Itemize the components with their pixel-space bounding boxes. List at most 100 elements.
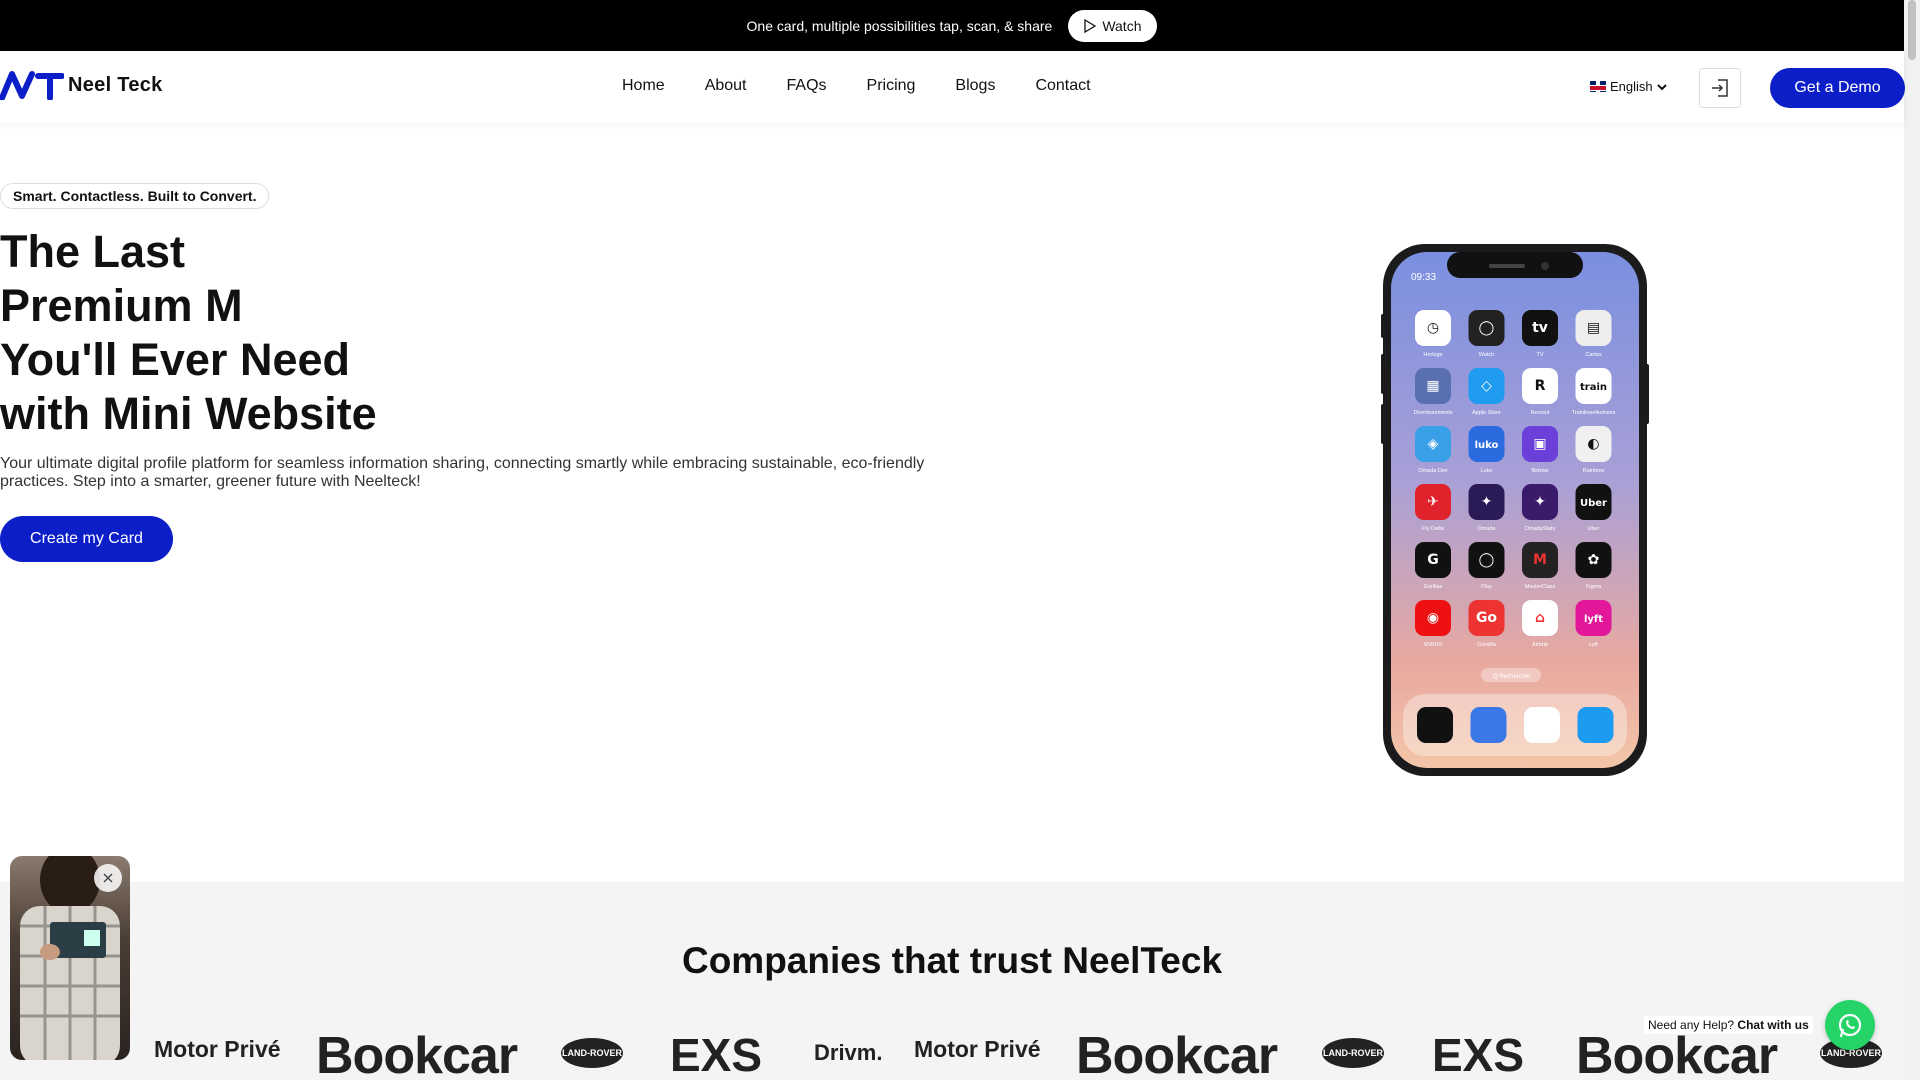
company-logo: Drivm. [814, 1040, 883, 1065]
app-label: Lyft [1589, 642, 1598, 648]
app-label: Divertissements [1413, 410, 1452, 416]
trusted-title: Companies that trust NeelTeck [681, 940, 1223, 981]
login-button[interactable] [1699, 68, 1741, 108]
company-logo: Bookcar [1076, 1032, 1278, 1080]
nav-pricing[interactable]: Pricing [867, 77, 916, 95]
company-logo: Bookcar [316, 1032, 518, 1080]
hero-badge: Smart. Contactless. Built to Convert. [0, 183, 270, 209]
app-label: Cartes [1585, 352, 1601, 358]
app-label: MasterClass [1525, 584, 1556, 590]
app-glyph: ◐ [1587, 436, 1599, 452]
app-label: Omada [1477, 526, 1496, 532]
nav-home[interactable]: Home [622, 77, 665, 95]
company-logo: Motor Privé [154, 1036, 281, 1062]
app-glyph: ⌂ [1535, 610, 1545, 626]
app-label: Horloge [1423, 352, 1442, 358]
play-icon [1084, 18, 1097, 33]
watch-label: Watch [1102, 17, 1142, 34]
app-label: Apple Store [1472, 410, 1501, 416]
close-icon [103, 873, 113, 883]
hero-title-line: The Last [0, 226, 186, 277]
app-label: Trainlineelkolness [1572, 410, 1616, 416]
app-glyph: ✦ [1481, 494, 1493, 510]
scrollbar-thumb[interactable] [1908, 0, 1916, 60]
app-glyph: ▦ [1426, 378, 1439, 394]
help-link[interactable]: Chat with us [1737, 1018, 1808, 1032]
app-label: Revolut [1531, 410, 1550, 416]
app-label: Play [1481, 584, 1492, 590]
company-logo: LAND-ROVER [1322, 1038, 1384, 1068]
app-glyph: Uber [1580, 498, 1607, 509]
announcement-bar: One card, multiple possibilities tap, sc… [0, 0, 1904, 51]
app-label: Betrise [1531, 468, 1548, 474]
chevron-down-icon [1656, 83, 1667, 90]
app-glyph: ◈ [1428, 436, 1439, 452]
get-demo-button[interactable]: Get a Demo [1770, 68, 1905, 108]
app-glyph: ◯ [1479, 320, 1495, 336]
app-glyph: ◯ [1479, 552, 1495, 568]
app-label: Luko [1481, 468, 1493, 474]
whatsapp-icon [1838, 1013, 1862, 1038]
app-glyph: ✿ [1588, 552, 1600, 568]
dock-app-icon [1524, 707, 1560, 743]
app-label: Figma [1586, 584, 1602, 590]
site-header: Neel Teck Home About FAQs Pricing Blogs … [0, 51, 1905, 123]
brand-logo[interactable]: Neel Teck [0, 70, 163, 100]
watch-button[interactable]: Watch [1068, 9, 1158, 42]
nav-about[interactable]: About [705, 77, 747, 95]
app-label: Watch [1479, 352, 1494, 358]
app-glyph: M [1533, 552, 1547, 568]
app-glyph: lyft [1584, 614, 1603, 625]
company-logo: Motor Privé [914, 1036, 1041, 1062]
hero-title-line: You'll Ever Need [0, 334, 350, 385]
nav-blogs[interactable]: Blogs [955, 77, 995, 95]
video-popup[interactable] [10, 856, 130, 1060]
dock-app-icon [1470, 707, 1507, 743]
language-selector[interactable]: English [1590, 79, 1667, 94]
app-glyph: ✦ [1534, 494, 1546, 510]
nav-faqs[interactable]: FAQs [787, 77, 827, 95]
app-glyph: G [1427, 552, 1439, 568]
phone-mockup: 09:33 ◷ Horloge ◯ Watch tv TV ▤ Cartes ▦ Divertis… [1381, 244, 1649, 776]
phone-time: 09:33 [1411, 272, 1436, 283]
app-glyph: ▤ [1587, 320, 1600, 336]
company-logo: LAND-ROVER [561, 1038, 623, 1068]
app-glyph: luko [1475, 440, 1499, 451]
nav-contact[interactable]: Contact [1035, 77, 1090, 95]
app-label: Gorsilla [1477, 642, 1497, 648]
app-glyph: train [1580, 382, 1607, 393]
language-label: English [1610, 79, 1653, 94]
help-prefix: Need any Help? [1648, 1018, 1735, 1032]
app-label: Rainbow [1583, 468, 1604, 474]
dock-app-icon [1417, 707, 1453, 743]
company-logo: EXS [1432, 1032, 1525, 1080]
hero-title-line: with Mini Website [0, 388, 377, 439]
app-label: Gorillas [1424, 584, 1443, 590]
app-label: Airbnb [1532, 642, 1548, 648]
app-glyph: ◷ [1427, 320, 1439, 336]
app-label: Uber [1588, 526, 1600, 532]
scrollbar[interactable] [1904, 0, 1920, 1080]
svg-text:Q Rechercher: Q Rechercher [1493, 674, 1530, 680]
trusted-companies-section: Companies that trust NeelTeck Drivm. Mot… [0, 882, 1904, 1080]
hero-title-line: Premium M [0, 280, 243, 331]
app-label: Fly Delta [1422, 526, 1445, 532]
help-text[interactable]: Need any Help? Chat with us [1644, 1016, 1813, 1034]
app-glyph: Go [1476, 610, 1497, 626]
brand-name: Neel Teck [68, 73, 163, 96]
login-icon [1712, 79, 1728, 97]
hero-title: The Last Premium M You'll Ever Need with… [0, 225, 420, 441]
app-label: TV [1536, 352, 1543, 358]
main-nav: Home About FAQs Pricing Blogs Contact [622, 77, 1091, 95]
create-card-button[interactable]: Create my Card [0, 516, 173, 562]
neelteck-logo-icon [0, 71, 64, 100]
hero-description: Your ultimate digital profile platform f… [0, 455, 925, 490]
whatsapp-button[interactable] [1825, 1000, 1875, 1050]
app-glyph: ◉ [1427, 610, 1439, 626]
close-video-button[interactable] [94, 864, 122, 892]
app-glyph: ▣ [1533, 436, 1546, 452]
app-glyph: tv [1532, 320, 1548, 336]
announcement-text: One card, multiple possibilities tap, sc… [746, 17, 1053, 34]
app-label: OmadaStats [1525, 526, 1556, 532]
app-glyph: R [1535, 378, 1546, 394]
